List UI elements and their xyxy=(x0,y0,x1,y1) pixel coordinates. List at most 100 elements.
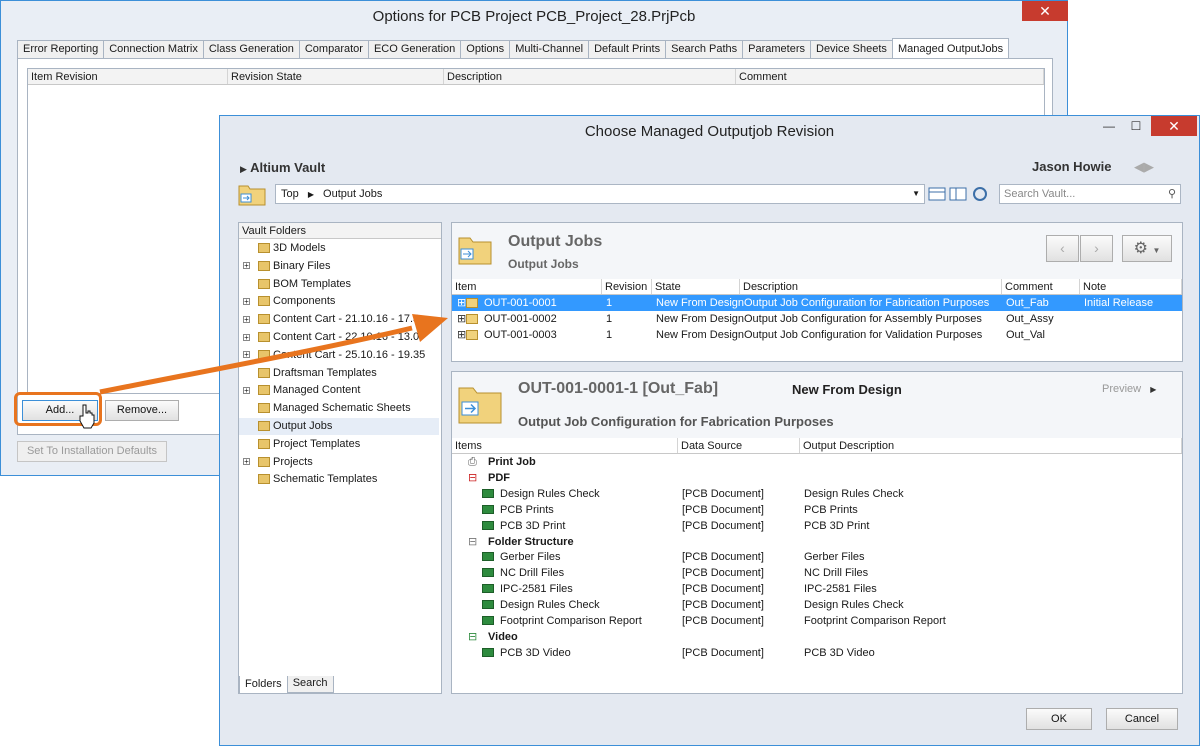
detail-row[interactable]: IPC-2581 Files [PCB Document] IPC-2581 Fil… xyxy=(452,581,1182,597)
view-mode-icons[interactable] xyxy=(928,186,992,202)
tab-device-sheets[interactable]: Device Sheets xyxy=(810,40,893,58)
preview-toggle[interactable]: Preview ▶ xyxy=(1102,383,1156,395)
folder-item[interactable]: + Managed Content xyxy=(239,382,439,399)
maximize-button[interactable]: ☐ xyxy=(1123,116,1149,136)
col-revision-state[interactable]: Revision State xyxy=(228,69,444,84)
expand-plus-icon[interactable]: + xyxy=(243,333,250,341)
table-row[interactable]: OUT-001-0003 1 New From Design Output Job C… xyxy=(452,327,1182,343)
col-items[interactable]: Items xyxy=(452,438,678,453)
tab-folders[interactable]: Folders xyxy=(239,676,288,694)
col-item-revision[interactable]: Item Revision xyxy=(28,69,228,84)
detail-row[interactable]: Design Rules Check [PCB Document] Design R… xyxy=(452,486,1182,502)
tab-parameters[interactable]: Parameters xyxy=(742,40,811,58)
folder-item[interactable]: Managed Schematic Sheets xyxy=(239,400,439,417)
tab-class-generation[interactable]: Class Generation xyxy=(202,40,300,58)
tab-managed-outputjobs[interactable]: Managed OutputJobs xyxy=(891,38,1010,58)
tab-multi-channel[interactable]: Multi-Channel xyxy=(509,40,590,58)
folder-item[interactable]: + Projects xyxy=(239,454,439,471)
tab-connection-matrix[interactable]: Connection Matrix xyxy=(103,40,204,58)
expand-plus-icon[interactable]: + xyxy=(243,458,250,466)
set-defaults-button[interactable]: Set To Installation Defaults xyxy=(17,441,167,462)
back-button[interactable]: ‹ xyxy=(1046,235,1079,262)
detail-row[interactable]: ⊟ Folder Structure xyxy=(452,534,1182,550)
detail-row[interactable]: PCB Prints [PCB Document] PCB Prints xyxy=(452,502,1182,518)
expand-plus-icon[interactable]: + xyxy=(243,262,250,270)
tab-options[interactable]: Options xyxy=(460,40,511,58)
output-jobs-subtitle: Output Jobs xyxy=(508,257,579,271)
pcb-output-icon xyxy=(482,488,494,498)
folder-item[interactable]: + Content Cart - 21.10.16 - 17.3 xyxy=(239,311,439,328)
settings-gear-button[interactable]: ⚙ ▼ xyxy=(1122,235,1172,262)
cell-description: Output Job Configuration for Fabrication… xyxy=(744,297,990,309)
breadcrumb-top[interactable]: Top xyxy=(281,188,299,200)
ok-button[interactable]: OK xyxy=(1026,708,1092,730)
folder-item[interactable]: Output Jobs xyxy=(239,418,439,435)
forward-button[interactable]: › xyxy=(1080,235,1113,262)
folder-label: Projects xyxy=(273,455,313,468)
col-description[interactable]: Description xyxy=(444,69,736,84)
breadcrumb-current[interactable]: Output Jobs xyxy=(323,188,382,200)
vault-expand-icon[interactable]: ▶ xyxy=(240,164,247,174)
folder-item[interactable]: + Content Cart - 22.10.16 - 13.0 xyxy=(239,329,439,346)
expand-plus-icon[interactable]: + xyxy=(243,351,250,359)
detail-row[interactable]: ⊟ Video xyxy=(452,629,1182,645)
detail-row[interactable]: ⊟ PDF xyxy=(452,470,1182,486)
detail-row[interactable]: PCB 3D Print [PCB Document] PCB 3D Print xyxy=(452,518,1182,534)
minimize-button[interactable]: — xyxy=(1096,116,1122,136)
col-revision[interactable]: Revision xyxy=(602,279,652,294)
detail-data-source: [PCB Document] xyxy=(682,599,764,612)
items-list: OUT-001-0001 1 New From Design Output Job C… xyxy=(452,295,1182,361)
folder-item[interactable]: + Binary Files xyxy=(239,258,439,275)
folder-item[interactable]: Schematic Templates xyxy=(239,471,439,488)
choose-close-button[interactable]: ✕ xyxy=(1151,116,1197,136)
options-close-button[interactable]: ✕ xyxy=(1022,1,1068,21)
col-note[interactable]: Note xyxy=(1080,279,1182,294)
detail-row[interactable]: NC Drill Files [PCB Document] NC Drill Fil… xyxy=(452,565,1182,581)
col-item-comment[interactable]: Comment xyxy=(1002,279,1080,294)
detail-row[interactable]: Footprint Comparison Report [PCB Document… xyxy=(452,613,1182,629)
folder-item[interactable]: Draftsman Templates xyxy=(239,365,439,382)
detail-row[interactable]: Design Rules Check [PCB Document] Design R… xyxy=(452,597,1182,613)
folder-item[interactable]: Project Templates xyxy=(239,436,439,453)
nav-back-forward-icon[interactable]: ◀▶ xyxy=(1134,159,1154,175)
tab-comparator[interactable]: Comparator xyxy=(298,40,369,58)
folder-item[interactable]: + Components xyxy=(239,293,439,310)
tab-eco-generation[interactable]: ECO Generation xyxy=(367,40,462,58)
breadcrumb-dropdown-icon[interactable]: ▼ xyxy=(912,185,920,203)
expand-plus-icon[interactable]: + xyxy=(243,315,250,323)
col-output-description[interactable]: Output Description xyxy=(800,438,1182,453)
tab-search[interactable]: Search xyxy=(286,676,334,693)
search-vault-input[interactable]: Search Vault... ⚲ xyxy=(999,184,1181,204)
col-item[interactable]: Item xyxy=(452,279,602,294)
detail-item-label: PCB Prints xyxy=(500,503,554,516)
col-state[interactable]: State xyxy=(652,279,740,294)
folder-label: Managed Content xyxy=(273,384,361,397)
folder-item[interactable]: BOM Templates xyxy=(239,276,439,293)
folder-icon xyxy=(258,296,270,307)
col-comment[interactable]: Comment xyxy=(736,69,1044,84)
vault-folders-title[interactable]: Vault Folders xyxy=(239,223,441,238)
row-expand-icon[interactable]: ⊞ xyxy=(455,327,466,343)
detail-row[interactable]: Gerber Files [PCB Document] Gerber Files xyxy=(452,549,1182,565)
detail-row[interactable]: PCB 3D Video [PCB Document] PCB 3D Video xyxy=(452,645,1182,661)
tab-error-reporting[interactable]: Error Reporting xyxy=(17,40,105,58)
row-expand-icon[interactable]: ⊞ xyxy=(455,295,466,311)
search-icon[interactable]: ⚲ xyxy=(1168,185,1176,203)
detail-row[interactable]: ⎙ Print Job xyxy=(452,454,1182,470)
folder-item[interactable]: + Content Cart - 25.10.16 - 19.35 xyxy=(239,347,439,364)
tab-search-paths[interactable]: Search Paths xyxy=(665,40,744,58)
col-data-source[interactable]: Data Source xyxy=(678,438,800,453)
table-row[interactable]: OUT-001-0002 1 New From Design Output Job C… xyxy=(452,311,1182,327)
user-name[interactable]: Jason Howie xyxy=(1032,159,1111,174)
row-expand-icon[interactable]: ⊞ xyxy=(455,311,466,327)
expand-plus-icon[interactable]: + xyxy=(243,386,250,394)
remove-button[interactable]: Remove... xyxy=(105,400,179,421)
table-row[interactable]: OUT-001-0001 1 New From Design Output Job C… xyxy=(452,295,1182,311)
folder-item[interactable]: 3D Models xyxy=(239,240,439,257)
detail-data-source: [PCB Document] xyxy=(682,519,764,532)
expand-plus-icon[interactable]: + xyxy=(243,297,250,305)
cancel-button[interactable]: Cancel xyxy=(1106,708,1178,730)
col-item-description[interactable]: Description xyxy=(740,279,1002,294)
folder-label: 3D Models xyxy=(273,242,326,254)
tab-default-prints[interactable]: Default Prints xyxy=(588,40,667,58)
